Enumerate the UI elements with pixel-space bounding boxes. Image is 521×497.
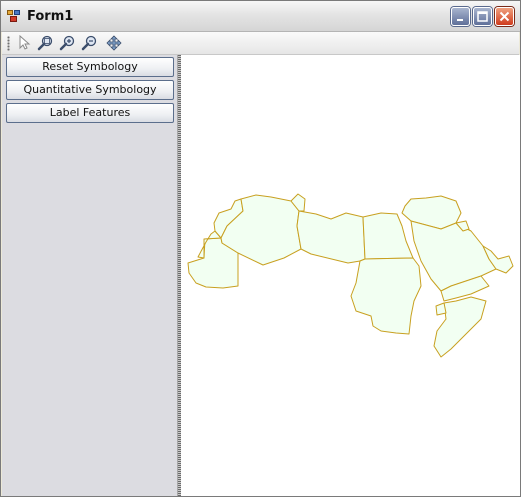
title-bar[interactable]: Form1	[1, 1, 520, 32]
maximize-icon	[477, 11, 488, 22]
window-title: Form1	[27, 9, 74, 24]
maximize-button[interactable]	[473, 7, 492, 26]
toolbar-grip[interactable]	[7, 36, 10, 51]
map-canvas[interactable]	[181, 55, 520, 496]
reset-symbology-button[interactable]: Reset Symbology	[6, 57, 174, 77]
close-icon	[499, 11, 510, 22]
sidebar-panel: Reset Symbology Quantitative Symbology L…	[2, 55, 178, 496]
close-button[interactable]	[495, 7, 514, 26]
map-view[interactable]	[181, 55, 520, 496]
select-arrow-icon[interactable]	[15, 35, 33, 51]
zoom-extent-icon[interactable]	[37, 35, 55, 51]
label-features-button[interactable]: Label Features	[6, 103, 174, 123]
pan-icon[interactable]	[105, 35, 123, 51]
zoom-in-icon[interactable]	[59, 35, 77, 51]
app-icon	[7, 10, 20, 22]
application-window: Form1 Reset Symbology Quantitative Symbo…	[0, 0, 521, 497]
map-country-libya	[296, 210, 366, 264]
map-country-djibouti	[435, 302, 447, 316]
map-country-egypt	[362, 212, 414, 260]
zoom-out-icon[interactable]	[81, 35, 99, 51]
minimize-icon	[457, 19, 463, 21]
quantitative-symbology-button[interactable]: Quantitative Symbology	[6, 80, 174, 100]
map-toolbar	[2, 32, 519, 55]
map-country-sudan	[350, 257, 422, 335]
minimize-button[interactable]	[451, 7, 470, 26]
